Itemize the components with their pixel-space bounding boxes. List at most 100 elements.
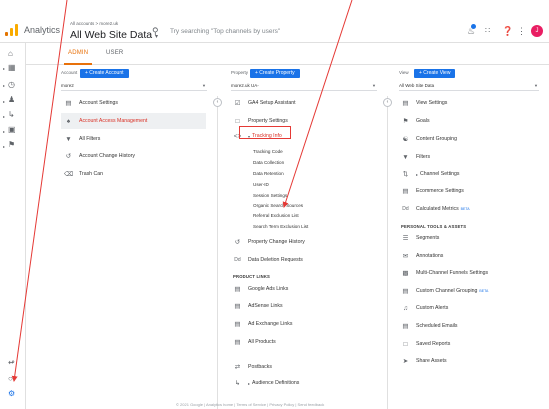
- tab-user[interactable]: USER: [106, 50, 123, 56]
- ecommerce-settings-item[interactable]: ▤ Ecommerce Settings: [401, 185, 463, 197]
- grouping-icon: ☯: [402, 135, 409, 143]
- share-assets-item[interactable]: ➤ Share Assets: [401, 355, 447, 367]
- account-access-management-item[interactable]: ♠ Account Access Management: [64, 115, 148, 127]
- item-label: Postbacks: [248, 364, 272, 370]
- data-deletion-requests-item[interactable]: Dd Data Deletion Requests: [233, 254, 303, 266]
- account-selector[interactable]: more2 ▼: [61, 82, 207, 91]
- search-bar[interactable]: ⚲ Try searching "Top channels by users": [148, 22, 308, 40]
- people-icon: ♠: [66, 117, 71, 125]
- google-ads-links-item[interactable]: ▤ Google Ads Links: [233, 283, 288, 295]
- view-column-heading: View: [399, 70, 409, 75]
- filter-icon: ▼: [402, 153, 409, 161]
- footer-copyright: © 2021 Google | Analytics home | Terms o…: [176, 402, 325, 407]
- property-selector[interactable]: more2.uk UA- ▼: [231, 82, 377, 91]
- audience-person-icon[interactable]: ♟: [8, 95, 15, 105]
- ad-exchange-links-item[interactable]: ▤ Ad Exchange Links: [233, 318, 292, 330]
- customization-icon[interactable]: ▦: [8, 63, 16, 73]
- custom-channel-grouping-item[interactable]: ▤ Custom Channel Grouping BETA: [401, 285, 488, 297]
- home-icon[interactable]: ⌂: [8, 49, 13, 59]
- create-property-button[interactable]: + Create Property: [250, 69, 300, 78]
- item-label: Data Deletion Requests: [248, 257, 303, 263]
- item-label: Google Ads Links: [248, 286, 289, 292]
- custom-alerts-item[interactable]: ♫ Custom Alerts: [401, 302, 448, 314]
- item-label: Audience Definitions: [252, 380, 300, 386]
- realtime-clock-icon[interactable]: ◷: [8, 80, 15, 90]
- table-icon: ▤: [234, 338, 241, 346]
- tab-admin[interactable]: ADMIN: [68, 50, 88, 56]
- item-label: View Settings: [416, 100, 448, 106]
- item-label: Property Change History: [248, 239, 305, 245]
- trash-icon: ⌫: [64, 170, 74, 178]
- all-products-item[interactable]: ▤ All Products: [233, 336, 275, 348]
- expand-caret-icon[interactable]: ▸: [3, 129, 5, 134]
- table-icon: ▤: [234, 320, 241, 328]
- annotations-item[interactable]: ✉ Annotations: [401, 250, 444, 262]
- ga4-setup-assistant-item[interactable]: ☑ GA4 Setup Assistant: [233, 97, 296, 109]
- document-icon: ▤: [402, 99, 409, 107]
- expand-caret-icon[interactable]: ▸: [3, 83, 5, 88]
- attribution-icon[interactable]: ↫: [8, 358, 15, 368]
- discover-lightbulb-icon[interactable]: ○: [8, 374, 13, 384]
- admin-gear-icon[interactable]: ⚙: [8, 389, 15, 399]
- item-label: Segments: [416, 235, 440, 241]
- app-name: Analytics: [24, 25, 61, 35]
- help-icon[interactable]: ❓: [502, 26, 513, 36]
- beta-badge: BETA: [479, 289, 489, 293]
- account-change-history-item[interactable]: ↺ Account Change History: [64, 150, 135, 162]
- collapse-column-icon[interactable]: ‹: [213, 98, 222, 107]
- expand-caret-icon[interactable]: ▸: [3, 99, 5, 104]
- more-vert-icon[interactable]: ⋮: [517, 26, 526, 36]
- personal-tools-heading: PERSONAL TOOLS & ASSETS: [401, 224, 467, 229]
- collapse-column-icon[interactable]: ‹: [383, 98, 392, 107]
- create-view-button[interactable]: + Create View: [414, 69, 456, 78]
- create-account-button[interactable]: + Create Account: [80, 69, 129, 78]
- search-term-exclusion-list-link[interactable]: Search Term Exclusion List: [253, 224, 308, 229]
- acquisition-icon[interactable]: ↳: [8, 110, 15, 120]
- user-id-link[interactable]: User-ID: [253, 182, 269, 187]
- item-label: Content Grouping: [416, 136, 457, 142]
- breadcrumb[interactable]: All accounts > more2.uk: [70, 21, 118, 26]
- tracking-code-link[interactable]: Tracking Code: [253, 149, 283, 154]
- data-collection-link[interactable]: Data Collection: [253, 160, 284, 165]
- search-icon: ⚲: [152, 26, 159, 36]
- postbacks-item[interactable]: ⇄ Postbacks: [233, 361, 272, 373]
- expand-caret-icon[interactable]: ▸: [3, 66, 5, 71]
- content-grouping-item[interactable]: ☯ Content Grouping: [401, 133, 457, 145]
- bar-chart-icon: ▩: [402, 269, 409, 277]
- goals-item[interactable]: ⚑ Goals: [401, 115, 430, 127]
- conversions-flag-icon[interactable]: ⚑: [8, 140, 15, 150]
- behavior-icon[interactable]: ▣: [8, 125, 16, 135]
- history-icon: ↺: [234, 238, 241, 246]
- account-settings-item[interactable]: ▤ Account Settings: [64, 97, 118, 109]
- organic-search-sources-link[interactable]: Organic Search Sources: [253, 203, 303, 208]
- avatar[interactable]: J: [531, 25, 543, 37]
- adsense-links-item[interactable]: ▤ AdSense Links: [233, 300, 282, 312]
- apps-grid-icon[interactable]: ∷: [485, 26, 490, 36]
- expand-caret-icon[interactable]: ▸: [3, 144, 5, 149]
- segments-item[interactable]: ☰ Segments: [401, 232, 440, 244]
- referral-exclusion-list-link[interactable]: Referral Exclusion List: [253, 213, 299, 218]
- column-divider: [217, 96, 218, 409]
- view-selector[interactable]: All Web Site Data ▼: [399, 82, 539, 91]
- trash-can-item[interactable]: ⌫ Trash Can: [64, 168, 103, 180]
- data-retention-link[interactable]: Data Retention: [253, 171, 284, 176]
- mcf-settings-item[interactable]: ▩ Multi-Channel Funnels Settings: [401, 267, 488, 279]
- saved-reports-item[interactable]: □ Saved Reports: [401, 338, 451, 350]
- view-selector[interactable]: All Web Site Data ▾: [70, 29, 158, 41]
- scheduled-emails-item[interactable]: ▤ Scheduled Emails: [401, 320, 457, 332]
- session-settings-link[interactable]: Session Settings: [253, 193, 287, 198]
- all-filters-item[interactable]: ▼ All Filters: [64, 133, 100, 145]
- calculated-metrics-item[interactable]: Dd Calculated Metrics BETA: [401, 203, 469, 215]
- channel-settings-item[interactable]: ⇅ ▸ Channel Settings: [401, 168, 460, 180]
- audience-definitions-item[interactable]: ↳ ▸ Audience Definitions: [233, 377, 300, 389]
- expand-arrow-icon: ▸: [416, 171, 419, 177]
- filters-item[interactable]: ▼ Filters: [401, 151, 430, 163]
- view-settings-item[interactable]: ▤ View Settings: [401, 97, 447, 109]
- property-change-history-item[interactable]: ↺ Property Change History: [233, 236, 305, 248]
- item-label: Custom Alerts: [416, 305, 449, 311]
- analytics-logo-icon[interactable]: [5, 24, 19, 36]
- expand-caret-icon[interactable]: ▸: [3, 114, 5, 119]
- segments-icon: ☰: [402, 234, 409, 242]
- chevron-down-icon: ▼: [202, 83, 206, 88]
- table-icon: ▤: [234, 285, 241, 293]
